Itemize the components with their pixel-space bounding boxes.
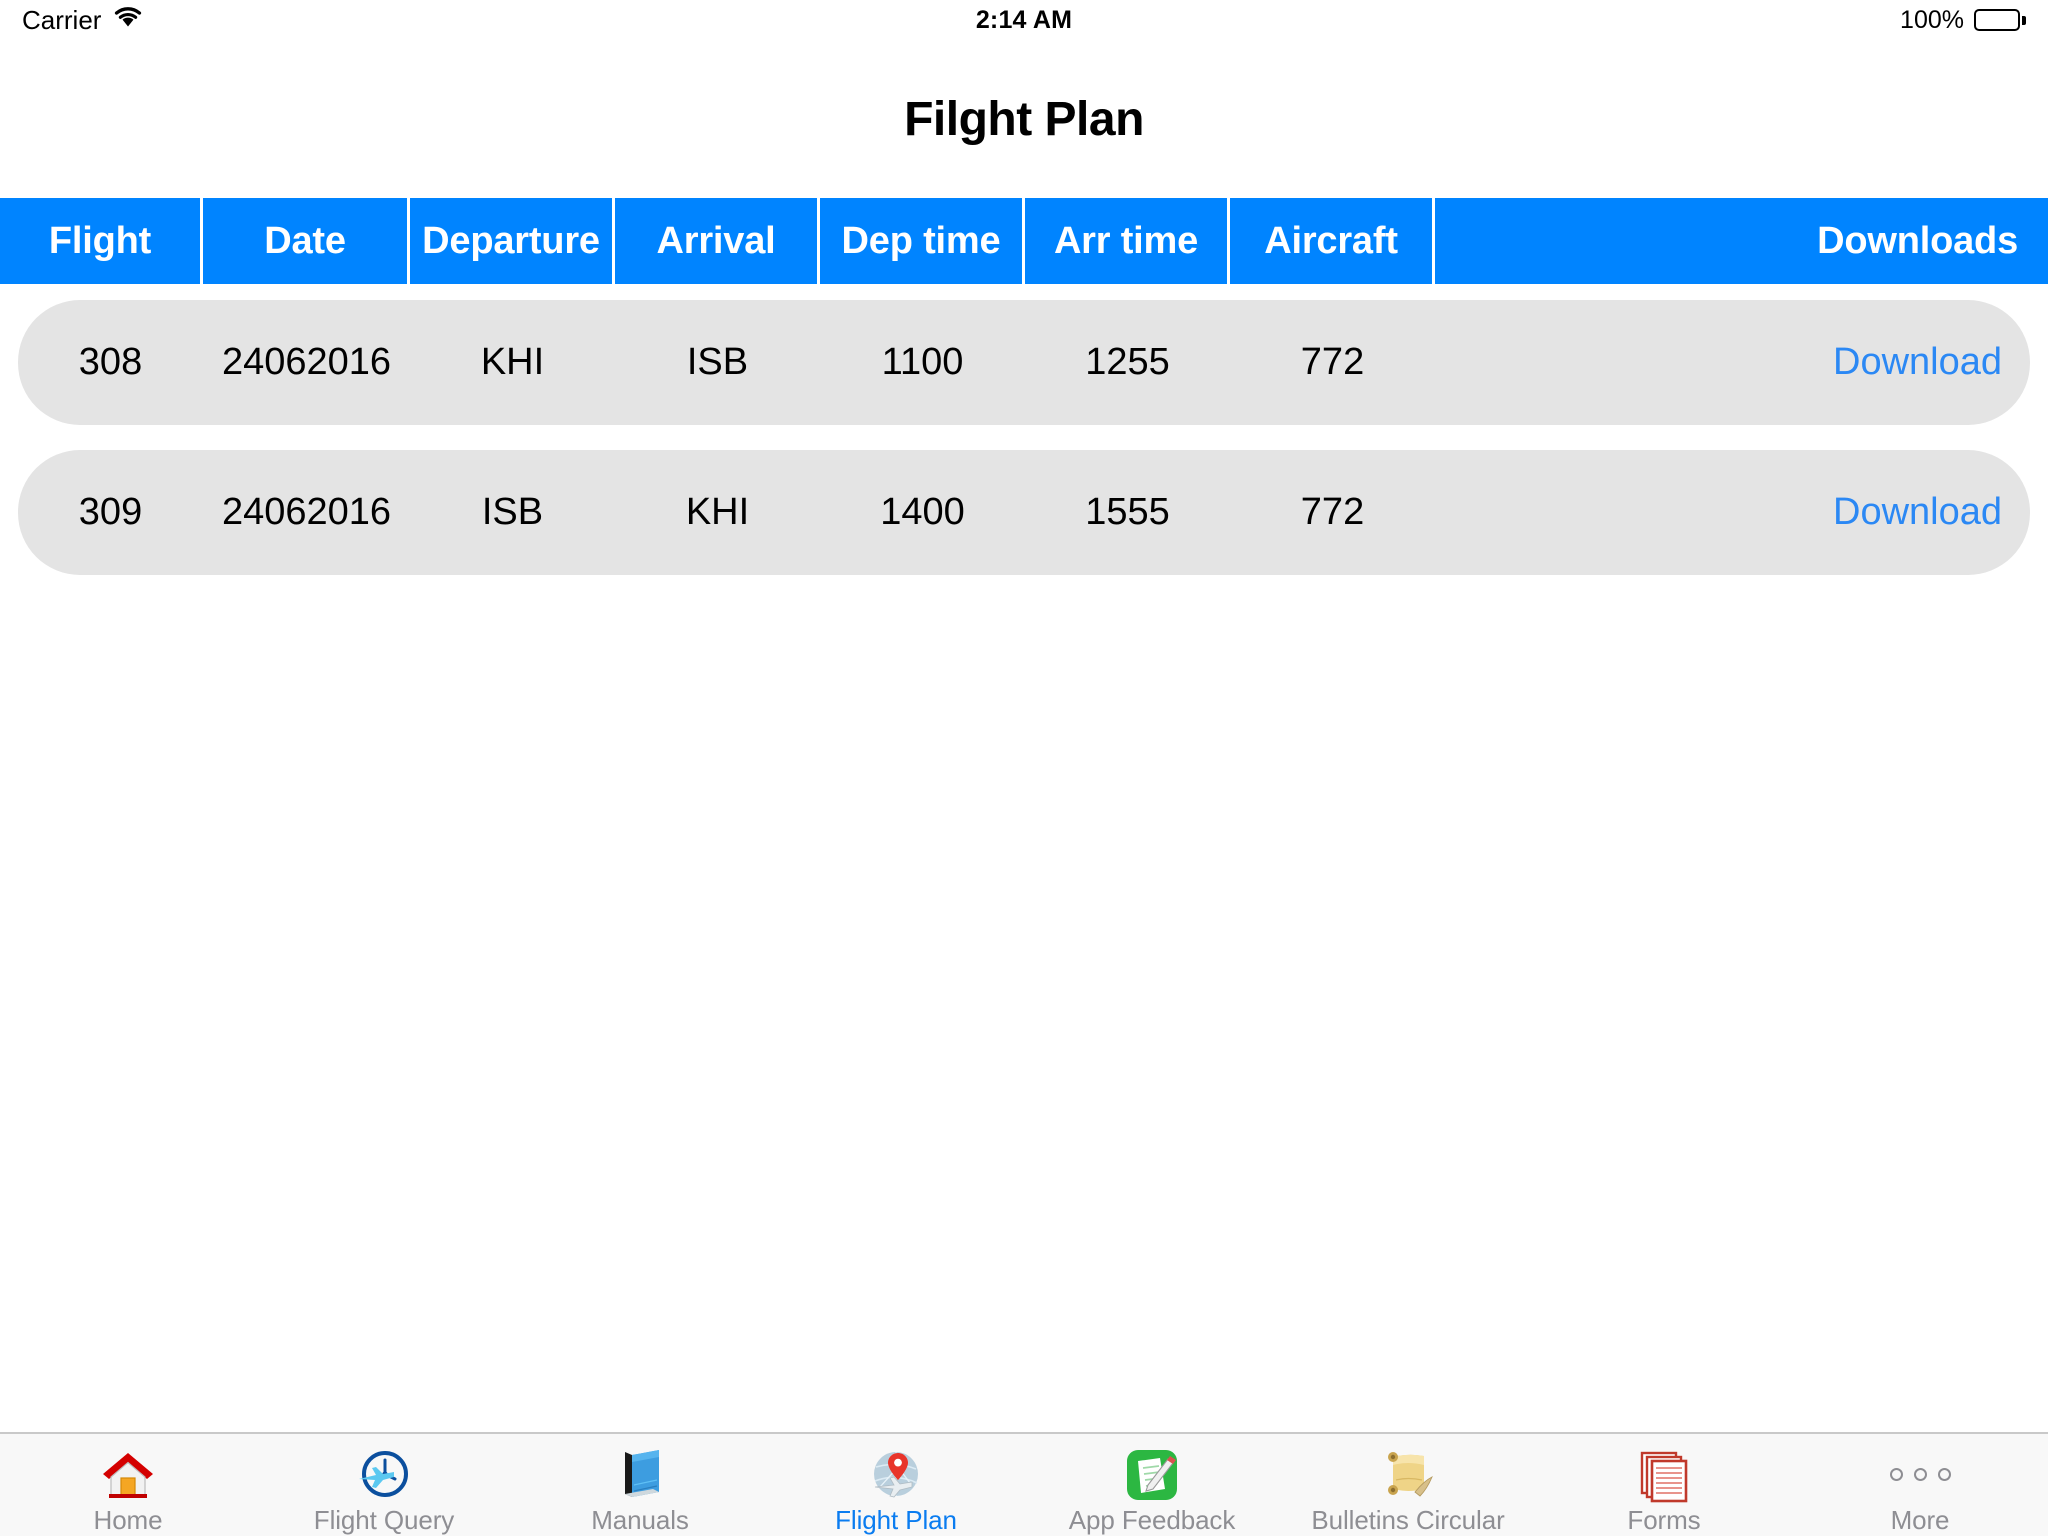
tab-item-app-feedback[interactable]: App Feedback	[1024, 1434, 1280, 1536]
green-notepad-pencil-icon	[1123, 1446, 1181, 1503]
tab-label: Flight Query	[313, 1505, 455, 1535]
red-documents-stack-icon	[1635, 1446, 1693, 1503]
tab-item-flight-plan[interactable]: Flight Plan	[768, 1434, 1024, 1536]
tab-label: Manuals	[591, 1505, 689, 1535]
column-header-aircraft: Aircraft	[1230, 198, 1435, 284]
table-row[interactable]: 309 24062016 ISB KHI 1400 1555 772 Downl…	[18, 450, 2030, 575]
cell-arrival: ISB	[686, 341, 749, 383]
tab-item-more[interactable]: More	[1792, 1434, 2048, 1536]
wifi-icon	[113, 5, 143, 36]
cell-dep-time: 1100	[881, 341, 964, 383]
cell-arrival: KHI	[685, 491, 750, 533]
battery-cap	[2022, 15, 2026, 25]
clock-plane-icon	[355, 1446, 413, 1503]
tab-label: Forms	[1627, 1505, 1701, 1535]
column-header-arrival: Arrival	[615, 198, 820, 284]
tab-label: Flight Plan	[835, 1505, 957, 1535]
map-pin-plane-icon	[867, 1446, 925, 1503]
column-header-departure: Departure	[410, 198, 615, 284]
status-bar-clock: 2:14 AM	[975, 5, 1073, 34]
cell-flight: 308	[78, 341, 143, 383]
tab-label: More	[1890, 1505, 1950, 1535]
tab-item-home[interactable]: Home	[0, 1434, 256, 1536]
tab-item-flight-query[interactable]: Flight Query	[256, 1434, 512, 1536]
table-row[interactable]: 308 24062016 KHI ISB 1100 1255 772 Downl…	[18, 300, 2030, 425]
cell-aircraft: 772	[1300, 491, 1365, 533]
status-bar-left: Carrier	[22, 5, 976, 36]
tab-label: App Feedback	[1068, 1505, 1236, 1535]
tab-item-bulletins-circular[interactable]: Bulletins Circular	[1280, 1434, 1536, 1536]
more-dots-group	[1889, 1468, 1951, 1481]
column-header-date: Date	[203, 198, 410, 284]
cell-arr-time: 1555	[1085, 491, 1170, 533]
cell-departure: ISB	[481, 491, 544, 533]
blue-book-icon	[611, 1446, 669, 1503]
cell-dep-time: 1400	[880, 491, 965, 533]
cell-date: 24062016	[221, 491, 392, 533]
cell-flight: 309	[78, 491, 143, 533]
tab-bar: Home Flight Query Manuals Flight Plan Ap…	[0, 1432, 2048, 1536]
cell-arr-time: 1255	[1085, 341, 1170, 383]
status-bar: Carrier 2:14 AM 100%	[0, 0, 2048, 40]
download-link[interactable]: Download	[1435, 450, 2030, 575]
three-dots-icon	[1889, 1446, 1951, 1503]
cell-departure: KHI	[480, 341, 545, 383]
table-header-row: Flight Date Departure Arrival Dep time A…	[0, 198, 2048, 284]
column-header-dep-time: Dep time	[820, 198, 1025, 284]
tab-item-forms[interactable]: Forms	[1536, 1434, 1792, 1536]
cell-date: 24062016	[221, 341, 392, 383]
house-icon	[99, 1446, 157, 1503]
download-link[interactable]: Download	[1435, 300, 2030, 425]
column-header-arr-time: Arr time	[1025, 198, 1230, 284]
carrier-label: Carrier	[22, 4, 102, 35]
column-header-downloads: Downloads	[1817, 219, 2018, 262]
column-header-flight: Flight	[0, 198, 203, 284]
dot	[1889, 1468, 1903, 1481]
tab-label: Home	[93, 1505, 163, 1535]
dot	[1913, 1468, 1927, 1481]
flight-plan-list: 308 24062016 KHI ISB 1100 1255 772 Downl…	[0, 300, 2048, 600]
battery-icon	[1974, 9, 2026, 31]
status-bar-right: 100%	[1072, 6, 2026, 35]
dot	[1937, 1468, 1951, 1481]
gold-scroll-icon	[1379, 1446, 1437, 1503]
tab-item-manuals[interactable]: Manuals	[512, 1434, 768, 1536]
page-title: Filght Plan	[904, 93, 1144, 146]
tab-label: Bulletins Circular	[1311, 1505, 1505, 1535]
battery-body	[1974, 9, 2020, 31]
battery-percentage-label: 100%	[1900, 5, 1964, 34]
cell-aircraft: 772	[1300, 341, 1365, 383]
